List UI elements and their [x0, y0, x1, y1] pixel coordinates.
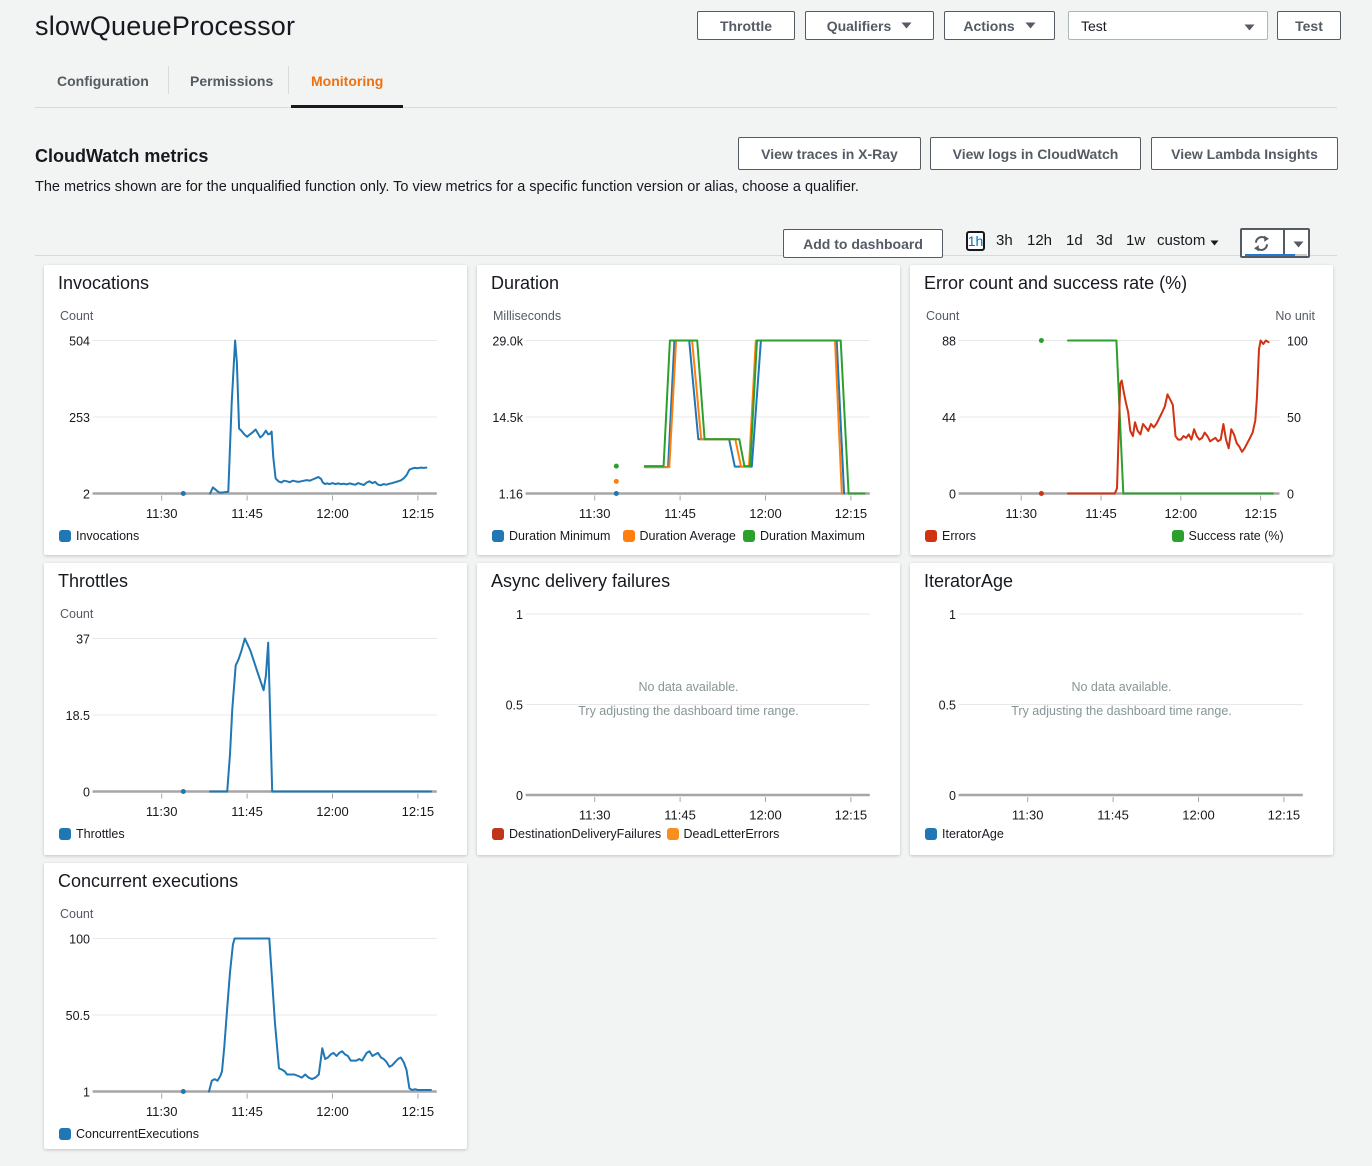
svg-text:11:45: 11:45: [1097, 807, 1129, 822]
svg-text:44: 44: [942, 411, 956, 425]
svg-text:12:15: 12:15: [1244, 506, 1277, 521]
svg-text:11:45: 11:45: [231, 506, 263, 521]
svg-text:37: 37: [76, 633, 90, 647]
svg-text:1: 1: [83, 1086, 90, 1100]
svg-text:50: 50: [1287, 411, 1301, 425]
svg-text:11:30: 11:30: [146, 506, 178, 521]
svg-text:12:15: 12:15: [835, 807, 868, 822]
svg-text:12:00: 12:00: [1182, 807, 1215, 822]
svg-text:12:15: 12:15: [402, 506, 435, 521]
svg-text:12:15: 12:15: [402, 1104, 435, 1119]
svg-text:12:15: 12:15: [1268, 807, 1301, 822]
svg-text:1: 1: [949, 608, 956, 622]
svg-text:11:30: 11:30: [579, 807, 611, 822]
svg-text:11:45: 11:45: [231, 804, 263, 819]
svg-text:12:15: 12:15: [402, 804, 435, 819]
svg-text:14.5k: 14.5k: [492, 411, 523, 425]
svg-text:11:30: 11:30: [579, 506, 611, 521]
svg-text:88: 88: [942, 335, 956, 349]
svg-text:1.16: 1.16: [499, 488, 523, 502]
svg-text:11:45: 11:45: [664, 506, 696, 521]
svg-text:11:45: 11:45: [231, 1104, 263, 1119]
svg-text:1: 1: [516, 608, 523, 622]
svg-text:2: 2: [83, 488, 90, 502]
svg-text:12:00: 12:00: [316, 1104, 349, 1119]
svg-text:504: 504: [69, 335, 90, 349]
svg-text:0: 0: [949, 488, 956, 502]
svg-text:0: 0: [516, 789, 523, 803]
svg-text:50.5: 50.5: [66, 1009, 90, 1023]
svg-text:100: 100: [69, 933, 90, 947]
svg-text:11:45: 11:45: [1085, 506, 1117, 521]
svg-text:12:00: 12:00: [1165, 506, 1198, 521]
svg-text:11:45: 11:45: [664, 807, 696, 822]
svg-text:29.0k: 29.0k: [492, 335, 523, 349]
svg-text:12:00: 12:00: [316, 804, 349, 819]
svg-text:12:15: 12:15: [835, 506, 868, 521]
svg-text:0: 0: [949, 789, 956, 803]
svg-text:12:00: 12:00: [316, 506, 349, 521]
svg-text:11:30: 11:30: [1012, 807, 1044, 822]
svg-text:11:30: 11:30: [1005, 506, 1037, 521]
svg-text:0: 0: [1287, 488, 1294, 502]
svg-text:12:00: 12:00: [749, 506, 782, 521]
svg-text:100: 100: [1287, 335, 1308, 349]
svg-text:0: 0: [83, 786, 90, 800]
svg-text:12:00: 12:00: [749, 807, 782, 822]
svg-text:11:30: 11:30: [146, 804, 178, 819]
svg-text:11:30: 11:30: [146, 1104, 178, 1119]
svg-text:253: 253: [69, 411, 90, 425]
svg-text:18.5: 18.5: [66, 709, 90, 723]
